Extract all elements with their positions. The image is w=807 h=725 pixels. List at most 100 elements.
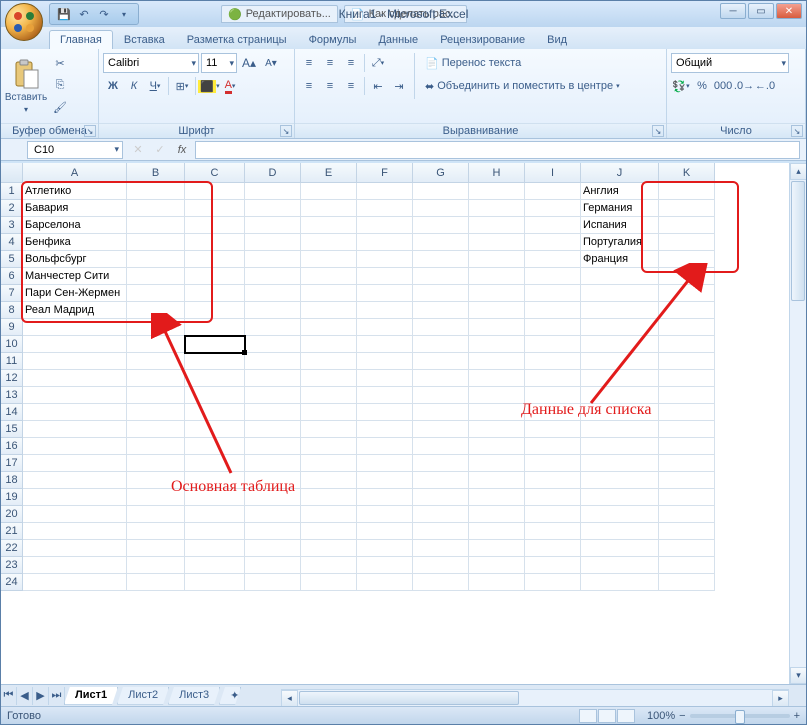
cell[interactable] xyxy=(659,370,715,387)
cell[interactable] xyxy=(469,557,525,574)
cell[interactable] xyxy=(659,353,715,370)
cell[interactable] xyxy=(659,523,715,540)
cell[interactable] xyxy=(301,370,357,387)
cut-icon[interactable]: ✂ xyxy=(50,53,70,73)
cell[interactable] xyxy=(301,387,357,404)
cell[interactable] xyxy=(301,455,357,472)
decrease-decimal-icon[interactable]: ←.0 xyxy=(755,76,775,96)
cell[interactable] xyxy=(357,421,413,438)
border-icon[interactable]: ⊞▾ xyxy=(172,76,192,96)
row-header[interactable]: 21 xyxy=(1,523,23,540)
cell[interactable] xyxy=(413,540,469,557)
cell[interactable] xyxy=(185,234,245,251)
new-sheet-button[interactable]: ✦ xyxy=(219,687,241,705)
cell[interactable] xyxy=(301,523,357,540)
cell[interactable] xyxy=(659,285,715,302)
cell[interactable] xyxy=(581,370,659,387)
cell[interactable] xyxy=(469,438,525,455)
font-launcher-icon[interactable]: ↘ xyxy=(280,125,292,137)
cell[interactable] xyxy=(245,285,301,302)
cell[interactable] xyxy=(245,302,301,319)
cell[interactable]: Вольфсбург xyxy=(23,251,127,268)
increase-decimal-icon[interactable]: .0→ xyxy=(734,76,754,96)
maximize-button[interactable]: ▭ xyxy=(748,3,774,19)
save-icon[interactable]: 💾 xyxy=(56,6,72,22)
cell[interactable] xyxy=(127,472,185,489)
cell[interactable] xyxy=(245,268,301,285)
cell[interactable] xyxy=(581,285,659,302)
cell[interactable] xyxy=(245,557,301,574)
col-header[interactable]: G xyxy=(413,163,469,183)
cell[interactable] xyxy=(127,268,185,285)
cell[interactable] xyxy=(127,404,185,421)
cell[interactable] xyxy=(581,506,659,523)
cell[interactable] xyxy=(357,285,413,302)
cell[interactable] xyxy=(413,472,469,489)
cell[interactable] xyxy=(525,268,581,285)
cell[interactable] xyxy=(357,268,413,285)
cell[interactable] xyxy=(525,455,581,472)
cell[interactable] xyxy=(185,387,245,404)
cell[interactable] xyxy=(245,183,301,200)
cell[interactable] xyxy=(413,455,469,472)
cell[interactable] xyxy=(127,336,185,353)
cell[interactable] xyxy=(301,234,357,251)
cell[interactable] xyxy=(525,574,581,591)
cell[interactable] xyxy=(357,506,413,523)
cell[interactable] xyxy=(23,472,127,489)
row-header[interactable]: 3 xyxy=(1,217,23,234)
cell[interactable] xyxy=(581,404,659,421)
cell[interactable] xyxy=(127,353,185,370)
cell[interactable] xyxy=(659,472,715,489)
row-header[interactable]: 14 xyxy=(1,404,23,421)
cell[interactable]: Германия xyxy=(581,200,659,217)
cell[interactable] xyxy=(413,353,469,370)
scroll-up-icon[interactable]: ▴ xyxy=(790,163,806,180)
col-header[interactable]: A xyxy=(23,163,127,183)
col-header[interactable]: B xyxy=(127,163,185,183)
cell[interactable] xyxy=(127,251,185,268)
cell[interactable]: Реал Мадрид xyxy=(23,302,127,319)
cell[interactable] xyxy=(127,540,185,557)
cell[interactable] xyxy=(357,200,413,217)
cell[interactable] xyxy=(413,319,469,336)
ribbon-tab-insert[interactable]: Вставка xyxy=(113,30,176,49)
cell[interactable] xyxy=(469,319,525,336)
col-header[interactable]: C xyxy=(185,163,245,183)
cell[interactable] xyxy=(301,268,357,285)
cell[interactable] xyxy=(525,234,581,251)
cell[interactable] xyxy=(413,421,469,438)
cell[interactable] xyxy=(357,404,413,421)
ribbon-tab-formulas[interactable]: Формулы xyxy=(298,30,368,49)
cell[interactable] xyxy=(659,302,715,319)
cell[interactable] xyxy=(185,285,245,302)
cell[interactable] xyxy=(357,251,413,268)
cell[interactable] xyxy=(581,421,659,438)
hscroll-thumb[interactable] xyxy=(299,691,519,705)
cell[interactable] xyxy=(413,183,469,200)
italic-button[interactable]: К xyxy=(124,76,144,96)
col-header[interactable]: H xyxy=(469,163,525,183)
cell[interactable] xyxy=(23,557,127,574)
cell[interactable] xyxy=(357,319,413,336)
minimize-button[interactable]: ─ xyxy=(720,3,746,19)
cell[interactable] xyxy=(23,574,127,591)
increase-indent-icon[interactable]: ⇥ xyxy=(389,76,409,96)
cell[interactable] xyxy=(525,387,581,404)
cell[interactable] xyxy=(127,523,185,540)
underline-button[interactable]: Ч▾ xyxy=(145,76,165,96)
cell[interactable] xyxy=(185,302,245,319)
row-header[interactable]: 9 xyxy=(1,319,23,336)
cell[interactable] xyxy=(469,285,525,302)
cell[interactable] xyxy=(525,404,581,421)
cell[interactable] xyxy=(23,455,127,472)
cell[interactable] xyxy=(581,557,659,574)
shrink-font-icon[interactable]: A▾ xyxy=(261,53,281,73)
cell[interactable] xyxy=(127,506,185,523)
bold-button[interactable]: Ж xyxy=(103,76,123,96)
cell[interactable] xyxy=(245,387,301,404)
cell[interactable] xyxy=(127,370,185,387)
cell[interactable] xyxy=(525,523,581,540)
cell[interactable] xyxy=(301,319,357,336)
cell[interactable] xyxy=(357,574,413,591)
